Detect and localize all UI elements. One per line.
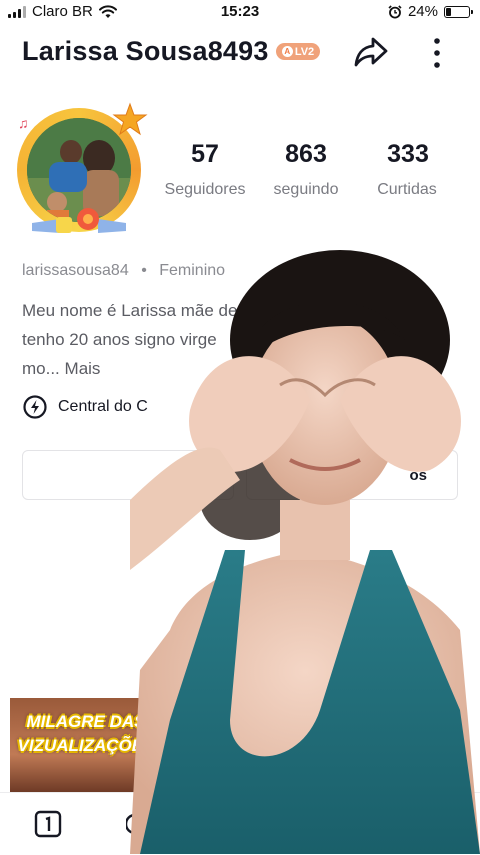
battery-icon <box>444 5 473 18</box>
level-badge-icon: A <box>281 46 293 57</box>
bio-line-end: mo... <box>22 359 60 378</box>
likes-count[interactable]: 333 <box>353 140 463 169</box>
level-badge-label: LV2 <box>294 45 315 58</box>
floating-video-overlay[interactable] <box>130 250 480 854</box>
share-icon[interactable] <box>352 34 390 70</box>
camera-frame-decoration-icon <box>32 208 126 233</box>
profile-username: Larissa Sousa8493 <box>22 36 269 66</box>
battery-fill <box>446 7 451 16</box>
posts-tab-icon[interactable] <box>34 809 62 839</box>
following-count[interactable]: 863 <box>251 140 361 169</box>
more-options-icon[interactable] <box>428 36 446 70</box>
star-decoration-icon <box>112 102 148 136</box>
status-bar: Claro BR 15:23 24% <box>0 0 480 24</box>
bio-more-link[interactable]: Mais <box>65 359 101 378</box>
status-right: 24% <box>388 3 473 20</box>
followers-count[interactable]: 57 <box>150 140 260 169</box>
profile-handle: larissasousa84 <box>22 262 129 279</box>
music-note-icon: ♫ <box>18 115 29 131</box>
level-badge: A LV2 <box>276 43 320 60</box>
creator-center-link[interactable]: Central do C <box>22 394 148 420</box>
alarm-icon <box>388 4 402 18</box>
lightning-icon <box>23 395 47 419</box>
battery-percent: 24% <box>407 3 438 20</box>
likes-label: Curtidas <box>377 181 437 198</box>
